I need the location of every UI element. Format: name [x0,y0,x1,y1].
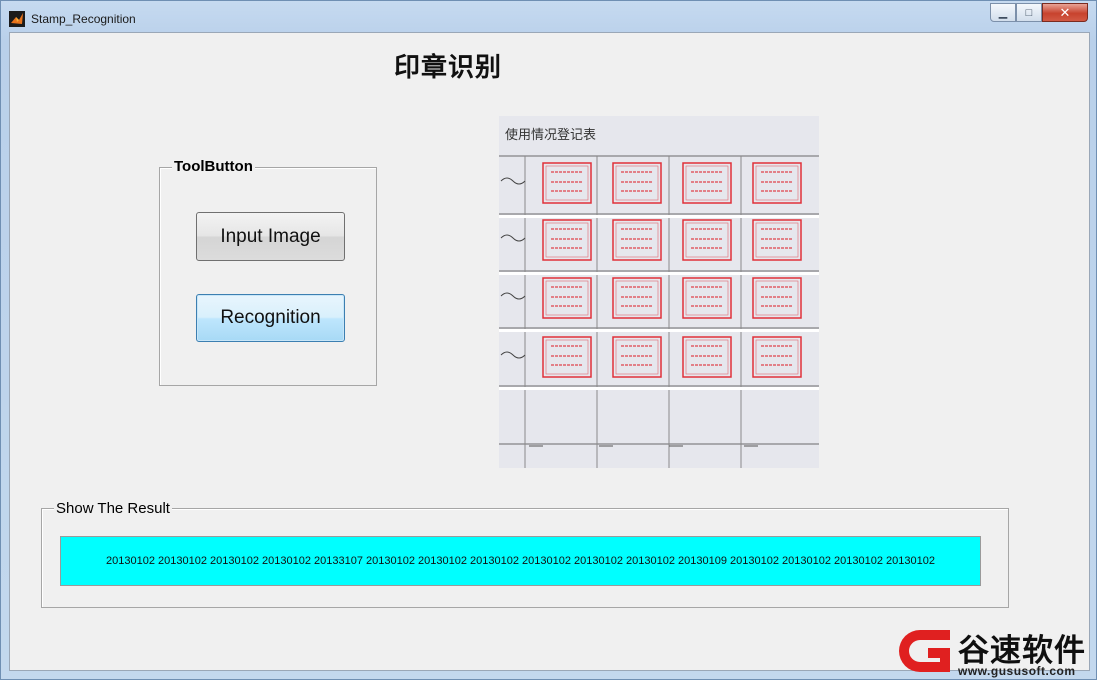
handwriting-mark [500,351,526,359]
stamp-mark [752,277,802,319]
stamp-mark [542,162,592,204]
row-separator [499,272,819,275]
app-window: Stamp_Recognition ▁ □ ✕ 印章识别 ToolButton … [0,0,1097,680]
stamp-inner-border [755,165,799,201]
handwriting-mark [500,292,526,300]
window-controls: ▁ □ ✕ [990,3,1088,23]
stamp-inner-border [755,222,799,258]
watermark-url: www.gususoft.com [958,664,1076,678]
stamp-inner-border [545,339,589,375]
recognition-button[interactable]: Recognition [196,294,345,342]
stamp-inner-border [755,339,799,375]
stamp-inner-border [685,280,729,316]
stamp-inner-border [545,280,589,316]
title-bar[interactable]: Stamp_Recognition ▁ □ ✕ [1,1,1096,33]
stamp-mark [542,277,592,319]
stamp-mark [752,219,802,261]
result-panel: Show The Result 20130102 20130102 201301… [41,500,1009,608]
maximize-button[interactable]: □ [1016,3,1042,22]
gususoft-logo-icon [899,630,950,672]
row-separator [499,329,819,332]
stamp-mark [542,336,592,378]
input-image-button[interactable]: Input Image [196,212,345,261]
stamp-mark [682,162,732,204]
result-text-field: 20130102 20130102 20130102 20130102 2013… [60,536,981,586]
stamp-inner-border [755,280,799,316]
stamp-inner-border [685,339,729,375]
minimize-icon: ▁ [998,7,1008,19]
stamp-mark [612,219,662,261]
window-title: Stamp_Recognition [31,12,136,26]
stamp-inner-border [685,165,729,201]
stamp-inner-border [685,222,729,258]
handwriting-mark [500,177,526,185]
row-separator [499,387,819,390]
stamp-mark [682,277,732,319]
stamp-inner-border [545,165,589,201]
stamp-mark [612,277,662,319]
row-separator [499,215,819,218]
stamp-mark [612,336,662,378]
close-icon: ✕ [1059,4,1071,20]
stamp-inner-border [615,339,659,375]
stamp-mark [752,336,802,378]
stamp-mark [752,162,802,204]
close-button[interactable]: ✕ [1042,3,1088,22]
document-header-text: 使用情况登记表 [505,127,596,143]
stamp-mark [682,219,732,261]
toolbutton-panel-title: ToolButton [172,158,255,175]
stamp-mark [682,336,732,378]
stamp-inner-border [545,222,589,258]
matlab-app-icon [9,11,25,27]
handwriting-mark [500,234,526,242]
watermark-logo: 谷速软件 www.gususoft.com [898,622,1097,680]
result-panel-title: Show The Result [54,500,172,517]
figure-client-area: 印章识别 ToolButton Input Image Recognition … [9,32,1090,671]
scanned-document-image: 使用情况登记表 [499,116,819,468]
minimize-button[interactable]: ▁ [990,3,1016,22]
toolbutton-panel: ToolButton Input Image Recognition [159,158,377,386]
stamp-inner-border [615,165,659,201]
stamp-inner-border [615,222,659,258]
document-image-graphic: 使用情况登记表 [499,127,819,468]
stamp-inner-border [615,280,659,316]
maximize-icon: □ [1025,6,1033,19]
stamp-mark [612,162,662,204]
stamp-mark [542,219,592,261]
page-title: 印章识别 [394,53,503,83]
